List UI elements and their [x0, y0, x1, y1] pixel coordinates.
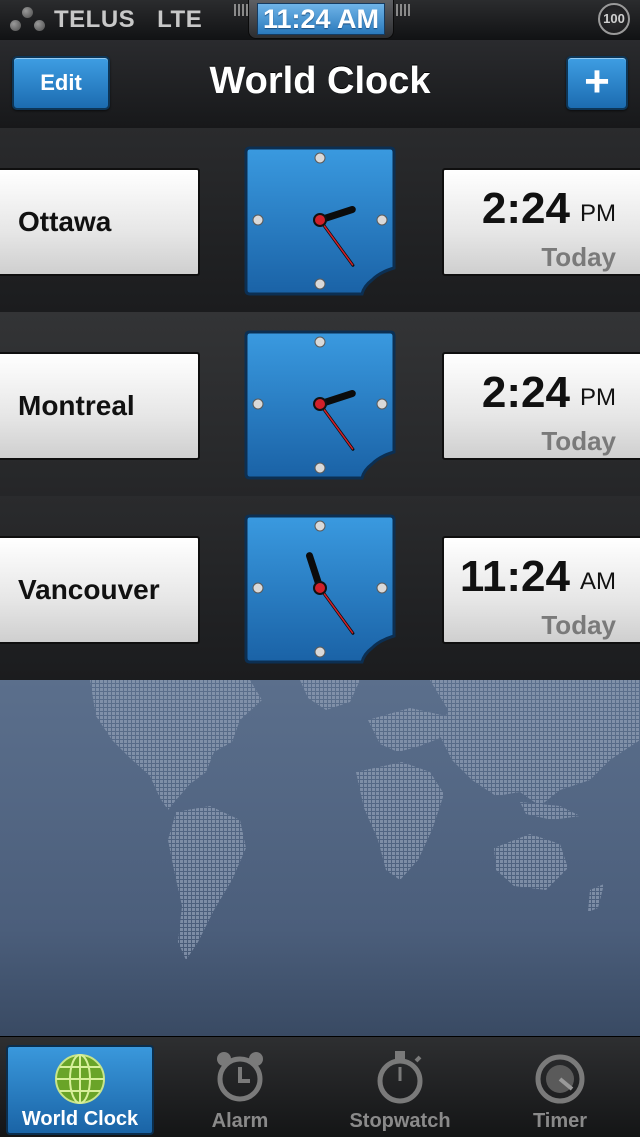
analog-clock-face — [244, 514, 396, 664]
world-map — [0, 680, 640, 1036]
clock-time: 11:24 — [459, 552, 570, 601]
clock-ampm: AM — [580, 568, 616, 595]
tab-alarm[interactable]: Alarm — [166, 1045, 314, 1135]
analog-clock-face — [244, 330, 396, 480]
globe-icon — [55, 1054, 105, 1104]
clock-row[interactable]: Vancouver 11:24 AM Today — [0, 496, 640, 681]
hour-marker — [252, 398, 264, 410]
decorative-ticks-right — [396, 4, 412, 16]
tab-world-clock[interactable]: World Clock — [6, 1045, 154, 1135]
hour-marker — [376, 582, 388, 594]
world-clock-list: Ottawa 2:24 PM Today Montreal 2:24 PM To… — [0, 128, 640, 681]
city-name: Montreal — [18, 390, 135, 421]
tab-label: Timer — [532, 1110, 588, 1132]
status-time: 11:24 AM — [257, 3, 385, 35]
alarm-clock-icon — [217, 1052, 263, 1102]
clock-ampm: PM — [580, 200, 616, 227]
carrier-info: TELUS LTE — [10, 4, 202, 36]
battery-level: 100 — [603, 11, 625, 26]
tab-label: Stopwatch — [349, 1110, 451, 1132]
world-map-graphic — [90, 680, 640, 960]
tab-label: Alarm — [211, 1110, 269, 1132]
clock-row[interactable]: Montreal 2:24 PM Today — [0, 312, 640, 497]
status-time-display: 11:24 AM — [248, 0, 394, 39]
analog-clock-face — [244, 146, 396, 296]
hour-marker — [376, 214, 388, 226]
network-type: LTE — [157, 6, 203, 33]
hour-marker — [314, 646, 326, 658]
plus-icon: + — [584, 57, 610, 106]
hour-marker — [314, 152, 326, 164]
tab-timer[interactable]: Timer — [486, 1045, 634, 1135]
city-name: Vancouver — [18, 574, 160, 605]
hour-marker — [252, 582, 264, 594]
hour-marker — [314, 462, 326, 474]
status-bar: TELUS LTE 11:24 AM 100 — [0, 0, 640, 41]
tab-label: World Clock — [21, 1108, 139, 1130]
navigation-bar: Edit World Clock + — [0, 40, 640, 129]
time-tile: 11:24 AM Today — [442, 536, 640, 644]
add-clock-button[interactable]: + — [566, 56, 628, 110]
center-pin — [313, 397, 327, 411]
center-pin — [313, 213, 327, 227]
hour-marker — [314, 336, 326, 348]
hour-marker — [314, 520, 326, 532]
hour-marker — [314, 278, 326, 290]
hour-marker — [252, 214, 264, 226]
clock-time: 2:24 — [481, 184, 570, 233]
time-tile: 2:24 PM Today — [442, 168, 640, 276]
clock-day: Today — [541, 242, 616, 272]
clock-day: Today — [541, 610, 616, 640]
clock-time: 2:24 — [481, 368, 570, 417]
city-tile: Ottawa — [0, 168, 200, 276]
carrier-name: TELUS — [54, 6, 136, 33]
hour-marker — [376, 398, 388, 410]
tab-stopwatch[interactable]: Stopwatch — [326, 1045, 474, 1135]
city-tile: Montreal — [0, 352, 200, 460]
stopwatch-icon — [377, 1051, 423, 1104]
center-pin — [313, 581, 327, 595]
tab-bar: World Clock Alarm Stopwatch Timer — [0, 1036, 640, 1137]
city-name: Ottawa — [18, 206, 112, 237]
time-tile: 2:24 PM Today — [442, 352, 640, 460]
clock-ampm: PM — [580, 384, 616, 411]
signal-strength-icon — [10, 7, 46, 33]
clock-day: Today — [541, 426, 616, 456]
city-tile: Vancouver — [0, 536, 200, 644]
clock-row[interactable]: Ottawa 2:24 PM Today — [0, 128, 640, 313]
battery-icon: 100 — [598, 3, 630, 35]
page-title: World Clock — [209, 60, 431, 102]
timer-icon — [535, 1054, 585, 1104]
